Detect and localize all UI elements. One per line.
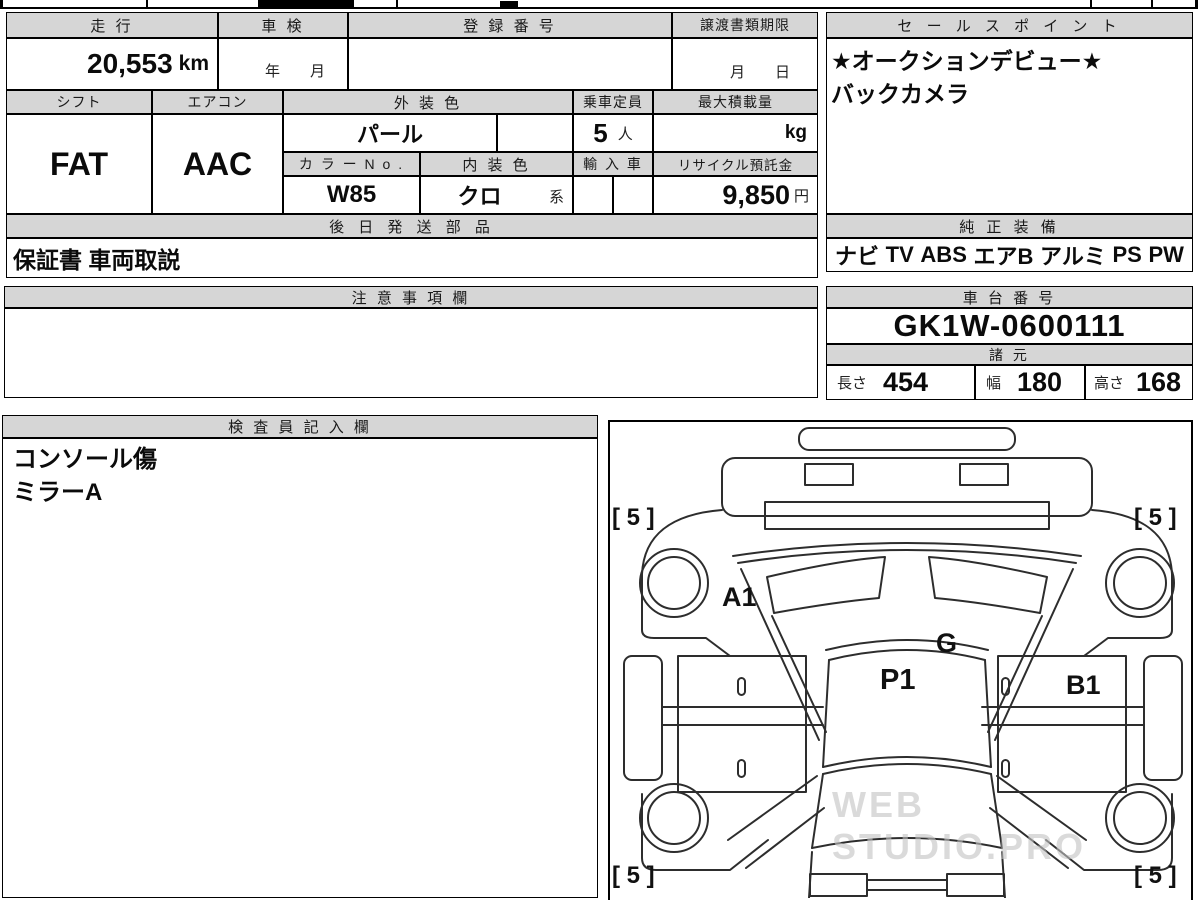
cautions-box [4,308,818,398]
mileage-unit: km [178,52,209,75]
factory-equipment-header: 純 正 装 備 [826,214,1193,238]
cropped-cell-border [1151,0,1153,9]
exterior-color-header: 外 装 色 [283,90,573,114]
registration-header: 登 録 番 号 [348,12,672,38]
later-shipping-header: 後 日 発 送 部 品 [6,214,818,238]
shift-header: シフト [6,90,152,114]
watermark: WEB STUDIO.PRO [832,784,1087,867]
cropped-cell-border [146,0,148,9]
interior-color-suffix: 系 [548,189,564,206]
specs-header: 諸 元 [826,344,1193,365]
interior-color-value: クロ [457,184,502,209]
equipment-item: エアB [973,244,1034,269]
tire-mark-rear-left: [ 5 ] [612,862,655,889]
equipment-item: ABS [920,242,967,267]
capacity-header: 乗車定員 [573,90,653,114]
cautions-header: 注 意 事 項 欄 [4,286,818,308]
tire-mark-front-left: [ 5 ] [612,504,655,531]
damage-mark-a1: A1 [722,582,757,612]
equipment-item: PW [1148,242,1184,267]
cropped-cell-border [396,0,398,8]
cropped-cell-border [0,0,3,9]
width-label: 幅 [986,375,1002,392]
inspector-note-line: ミラーA [13,479,103,506]
color-no-header: カ ラ ー N o . [283,152,420,176]
cropped-text-fragment [500,1,518,7]
height-label: 高さ [1094,375,1125,392]
inspection-value-cell: 年 月 [218,38,348,90]
recycle-deposit-value-cell: 9,850 円 [653,176,818,214]
spec-width-cell: 幅 180 [975,365,1085,400]
chassis-no-value-cell: GK1W-0600111 [826,308,1193,344]
capacity-unit: 人 [617,125,633,143]
aircon-value-cell: AAC [152,114,283,214]
capacity-value-cell: 5 人 [573,114,653,152]
capacity-value: 5 [593,117,608,148]
aircon-header: エアコン [152,90,283,114]
recycle-deposit-value: 9,850 [722,179,790,210]
damage-mark-g: G [936,628,958,658]
equipment-item: PS [1112,242,1142,267]
sales-point-line: バックカメラ [831,81,969,107]
inspector-note-line: コンソール傷 [13,446,157,473]
height-value: 168 [1136,367,1182,397]
equipment-item: アルミ [1040,244,1106,269]
auction-sheet: 走 行 車 検 登 録 番 号 譲渡書類期限 20,553 km 年 月 月 日… [0,0,1200,900]
sales-points-header: セ ー ル ス ポ イ ン ト [826,12,1193,38]
car-diagram-panel: WEB STUDIO.PRO [ 5 ] [ 5 ] [ 5 ] [ 5 ] A… [608,420,1193,900]
equipment-item: TV [885,242,914,267]
damage-mark-b1: B1 [1066,670,1101,700]
mileage-value: 20,553 [87,48,173,79]
max-load-value-cell: kg [653,114,818,152]
spec-length-cell: 長さ 454 [826,365,975,400]
import-car-cell-1 [573,176,613,214]
factory-equipment-row: ナビ TV ABS エアB アルミ PS PW [826,238,1193,272]
import-car-cell-2 [613,176,653,214]
cropped-row-border [0,7,1198,9]
exterior-color-sub-cell [497,114,573,152]
sales-points-box: ★オークションデビュー★ バックカメラ [826,38,1193,214]
interior-color-value-cell: クロ 系 [420,176,573,214]
cropped-cell-border [1195,0,1198,9]
max-load-header: 最大積載量 [653,90,818,114]
transfer-deadline-header: 譲渡書類期限 [672,12,818,38]
sales-point-line: ★オークションデビュー★ [831,48,1103,74]
equipment-item: ナビ [835,244,880,269]
length-value: 454 [883,367,929,397]
later-shipping-value-cell: 保証書 車両取説 [6,238,818,278]
width-value: 180 [1017,367,1063,397]
inspection-header: 車 検 [218,12,348,38]
mileage-header: 走 行 [6,12,218,38]
import-car-header: 輸 入 車 [573,152,653,176]
recycle-deposit-unit: 円 [793,187,809,205]
mileage-value-cell: 20,553 km [6,38,218,90]
chassis-no-header: 車 台 番 号 [826,286,1193,308]
cropped-cell-border [1090,0,1092,9]
damage-mark-p1: P1 [880,664,916,696]
tire-mark-front-right: [ 5 ] [1134,504,1177,531]
length-label: 長さ [837,375,868,392]
inspector-notes-header: 検 査 員 記 入 欄 [2,415,598,438]
tire-mark-rear-right: [ 5 ] [1134,862,1177,889]
shift-value-cell: FAT [6,114,152,214]
spec-height-cell: 高さ 168 [1085,365,1193,400]
cropped-text-fragment [258,0,354,7]
interior-color-header: 内 装 色 [420,152,573,176]
inspector-notes-box: コンソール傷 ミラーA [2,438,598,898]
recycle-deposit-header: リサイクル預託金 [653,152,818,176]
exterior-color-value-cell: パール [283,114,497,152]
registration-value-cell [348,38,672,90]
transfer-deadline-value-cell: 月 日 [672,38,818,90]
color-no-value-cell: W85 [283,176,420,214]
